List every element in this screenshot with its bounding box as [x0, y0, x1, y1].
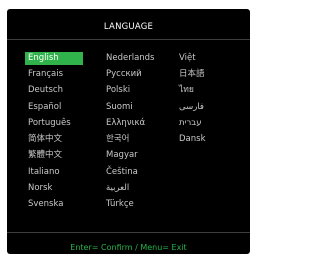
language-option-magyar[interactable]: Magyar: [106, 149, 170, 162]
language-option-cestina[interactable]: Čeština: [106, 166, 170, 179]
language-option-francais[interactable]: Français: [25, 68, 83, 81]
language-option-thai[interactable]: ไทย: [179, 84, 239, 97]
language-option-hebrew[interactable]: עברית: [179, 117, 239, 130]
language-option-greek[interactable]: Ελληνικά: [106, 117, 170, 130]
language-menu: LANGUAGE English Français Deutsch Españo…: [7, 9, 250, 254]
key-hint-footer: Enter= Confirm / Menu= Exit: [70, 243, 187, 252]
language-option-espanol[interactable]: Español: [25, 101, 83, 114]
language-option-deutsch[interactable]: Deutsch: [25, 84, 83, 97]
language-option-polski[interactable]: Polski: [106, 84, 170, 97]
language-option-japanese[interactable]: 日本語: [179, 68, 239, 81]
language-option-traditional-chinese[interactable]: 繁體中文: [25, 149, 83, 162]
language-option-persian[interactable]: فارسی: [179, 101, 239, 114]
language-option-norsk[interactable]: Norsk: [25, 182, 83, 195]
language-option-russian[interactable]: Русский: [106, 68, 170, 81]
language-option-svenska[interactable]: Svenska: [25, 198, 83, 211]
menu-title: LANGUAGE: [103, 22, 154, 32]
title-divider: [7, 39, 250, 40]
language-option-italiano[interactable]: Italiano: [25, 166, 83, 179]
language-option-korean[interactable]: 한국어: [106, 133, 170, 146]
language-option-nederlands[interactable]: Nederlands: [106, 52, 170, 65]
language-option-english[interactable]: English: [25, 52, 83, 65]
language-option-portugues[interactable]: Português: [25, 117, 83, 130]
language-option-vietnamese[interactable]: Việt: [179, 52, 239, 65]
language-option-dansk[interactable]: Dansk: [179, 133, 239, 146]
language-option-turkce[interactable]: Türkçe: [106, 198, 170, 211]
language-option-suomi[interactable]: Suomi: [106, 101, 170, 114]
footer-divider: [7, 232, 250, 233]
language-option-arabic[interactable]: العربية: [106, 182, 170, 195]
language-option-simplified-chinese[interactable]: 简体中文: [25, 133, 83, 146]
